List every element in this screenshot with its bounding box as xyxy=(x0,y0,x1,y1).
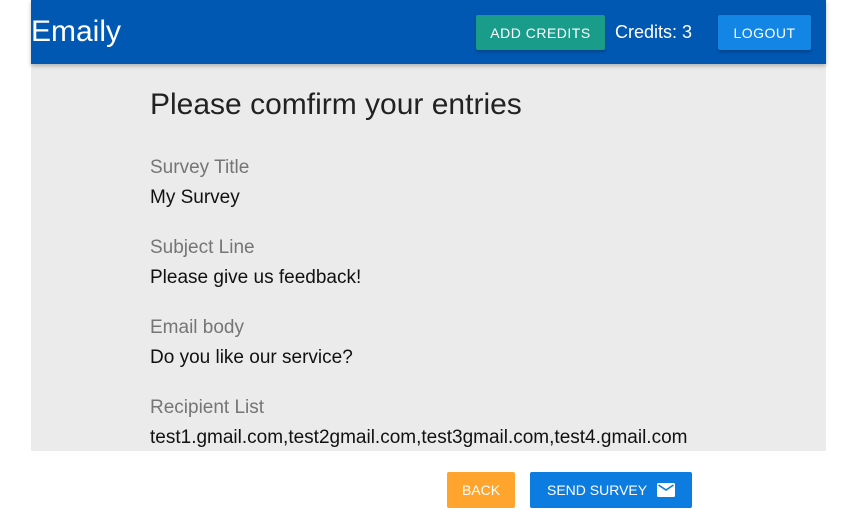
survey-title-value: My Survey xyxy=(150,187,240,208)
subject-line-label: Subject Line xyxy=(150,237,255,258)
page-title: Please comfirm your entries xyxy=(150,88,522,121)
subject-line-value: Please give us feedback! xyxy=(150,267,362,288)
recipient-list-value: test1.gmail.com,test2gmail.com,test3gmai… xyxy=(150,427,688,448)
confirm-panel: Please comfirm your entries Survey Title… xyxy=(31,64,826,451)
survey-title-label: Survey Title xyxy=(150,157,250,178)
brand-logo[interactable]: Emaily xyxy=(31,14,121,50)
email-body-value: Do you like our service? xyxy=(150,347,353,368)
send-survey-label: SEND SURVEY xyxy=(547,482,648,498)
logout-button[interactable]: LOGOUT xyxy=(718,15,811,50)
email-body-label: Email body xyxy=(150,317,244,338)
back-button[interactable]: BACK xyxy=(447,472,515,508)
credits-count: Credits: 3 xyxy=(615,22,693,42)
email-icon xyxy=(657,483,675,497)
top-navbar: Emaily ADD CREDITS Credits: 3 LOGOUT xyxy=(31,0,826,64)
add-credits-button[interactable]: ADD CREDITS xyxy=(476,15,605,50)
send-survey-button[interactable]: SEND SURVEY xyxy=(530,472,692,508)
recipient-list-label: Recipient List xyxy=(150,397,265,418)
